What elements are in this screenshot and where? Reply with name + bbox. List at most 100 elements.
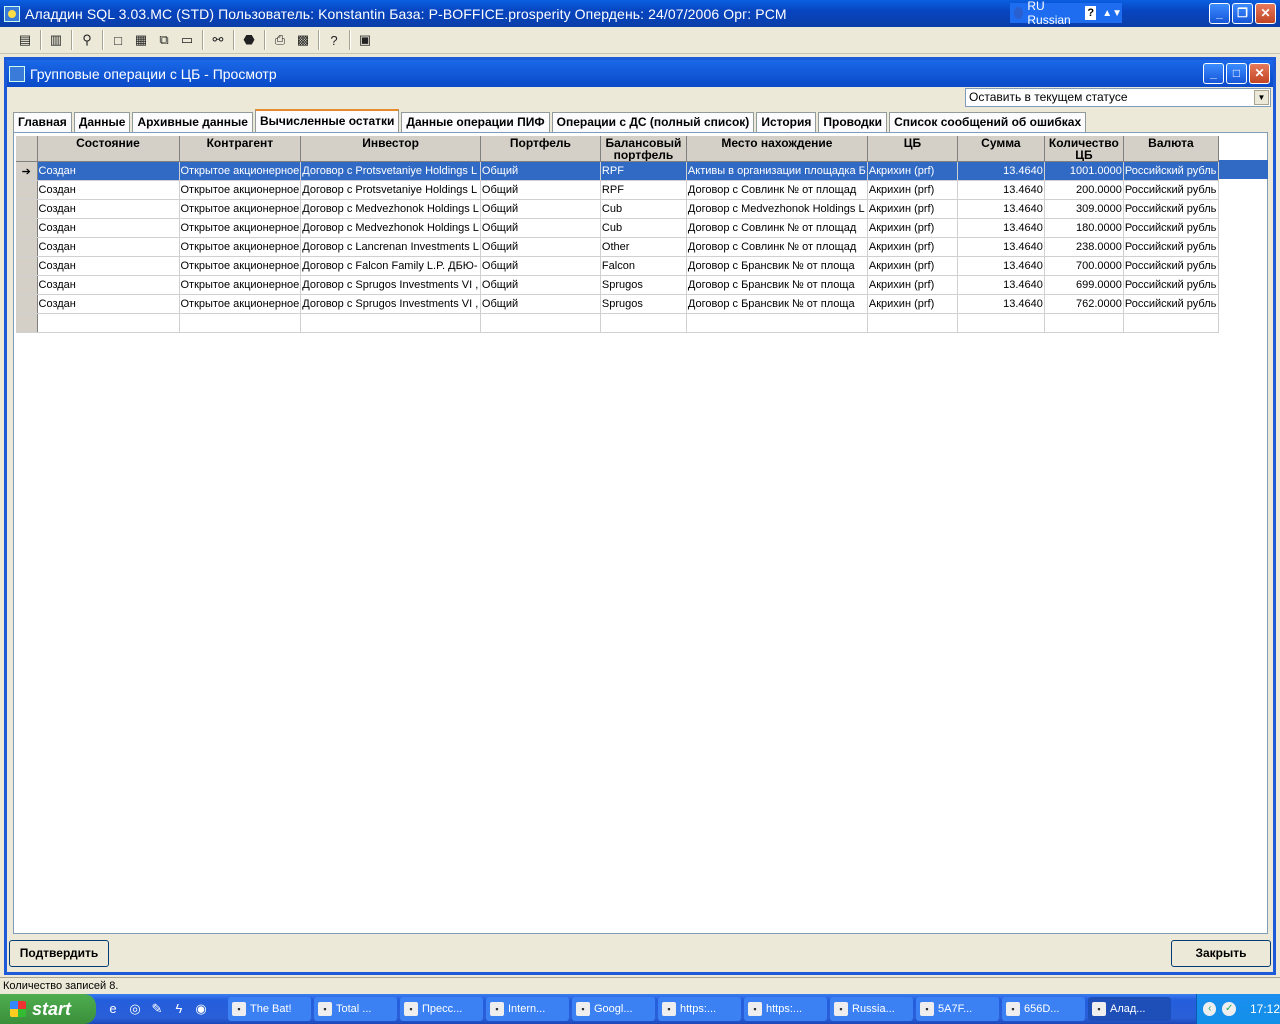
current-row-arrow-icon[interactable]: ➔ [16, 161, 38, 181]
tab-history[interactable]: История [756, 112, 817, 132]
row-indicator[interactable] [16, 275, 38, 295]
row-indicator[interactable] [16, 199, 38, 219]
table-cell[interactable] [1123, 313, 1219, 333]
window-minimize-all-icon[interactable]: ▭ [176, 29, 198, 51]
table-cell[interactable]: Российский рубль [1123, 199, 1219, 219]
table-cell[interactable]: Договор с Medvezhonok Holdings L [686, 199, 868, 219]
column-header-quantity[interactable]: Количество ЦБ [1044, 136, 1124, 162]
quick-launch-browser-icon[interactable]: ◉ [192, 1000, 210, 1018]
taskbar-button[interactable]: ▪ Пресс... [400, 997, 483, 1021]
table-cell[interactable]: Договор с Medvezhonok Holdings L [300, 199, 481, 219]
table-cell[interactable]: 309.0000 [1044, 199, 1124, 219]
taskbar-button[interactable]: ▪ https:... [658, 997, 741, 1021]
table-cell[interactable]: 1001.0000 [1044, 161, 1124, 181]
table-cell[interactable]: Cub [600, 199, 687, 219]
table-cell[interactable]: 700.0000 [1044, 256, 1124, 276]
row-indicator[interactable] [16, 294, 38, 314]
table-cell[interactable]: 13.4640 [957, 237, 1045, 257]
column-header-counterparty[interactable]: Контрагент [179, 136, 302, 162]
tab-error-messages[interactable]: Список сообщений об ошибках [889, 112, 1087, 132]
status-select[interactable]: Оставить в текущем статусе ▼ [965, 88, 1271, 107]
child-close-button[interactable]: ✕ [1249, 63, 1270, 84]
table-cell[interactable]: Договор с Falcon Family L.P. ДБЮ- [300, 256, 481, 276]
table-cell[interactable]: Sprugos [600, 275, 687, 295]
tab-computed-balances[interactable]: Вычисленные остатки [254, 109, 400, 132]
tab-archive-data[interactable]: Архивные данные [132, 112, 253, 132]
table-cell[interactable]: Открытое акционерное [179, 294, 302, 314]
taskbar-button[interactable]: ▪ 5A7F... [916, 997, 999, 1021]
table-cell[interactable] [37, 313, 180, 333]
taskbar-button[interactable]: ▪ Intern... [486, 997, 569, 1021]
table-cell[interactable] [867, 313, 958, 333]
tray-security-icon[interactable]: ✓ [1222, 1002, 1236, 1016]
close-window-button[interactable]: Закрыть [1171, 940, 1271, 967]
column-header-security[interactable]: ЦБ [867, 136, 958, 162]
table-cell[interactable]: Договор с Совлинк № от площад [686, 218, 868, 238]
table-cell[interactable]: Акрихин (prf) [867, 199, 958, 219]
table-cell[interactable]: Создан [37, 161, 180, 181]
language-options-icon[interactable]: ▲▼ [1102, 8, 1122, 19]
column-header-portfolio[interactable]: Портфель [480, 136, 601, 162]
filter-icon[interactable]: ⚲ [76, 29, 98, 51]
help-icon[interactable]: ? [1085, 6, 1097, 20]
table-cell[interactable]: Общий [480, 256, 601, 276]
table-cell[interactable]: RPF [600, 161, 687, 181]
document-list-icon[interactable]: ▤ [14, 29, 36, 51]
tab-cash-operations[interactable]: Операции с ДС (полный список) [551, 112, 755, 132]
table-cell[interactable] [480, 313, 601, 333]
column-header-investor[interactable]: Инвестор [300, 136, 481, 162]
window-cascade-icon[interactable]: ⧉ [153, 29, 175, 51]
table-cell[interactable]: Акрихин (prf) [867, 294, 958, 314]
print-icon[interactable]: ⎙ [269, 29, 291, 51]
table-cell[interactable]: Создан [37, 180, 180, 200]
table-cell[interactable]: Договор с Lancrenan Investments L [300, 237, 481, 257]
table-cell[interactable]: Договор с Medvezhonok Holdings L [300, 218, 481, 238]
table-cell[interactable]: Акрихин (prf) [867, 161, 958, 181]
table-cell[interactable] [1044, 313, 1124, 333]
row-indicator[interactable] [16, 180, 38, 200]
taskbar-button[interactable]: ▪ 656D... [1002, 997, 1085, 1021]
table-cell[interactable]: Активы в организации площадка Б [686, 161, 868, 181]
table-cell[interactable]: Открытое акционерное [179, 275, 302, 295]
table-cell[interactable]: 13.4640 [957, 294, 1045, 314]
tray-chevron-icon[interactable]: ‹ [1203, 1002, 1217, 1016]
tab-data[interactable]: Данные [73, 112, 131, 132]
child-minimize-button[interactable]: _ [1203, 63, 1224, 84]
table-row[interactable]: Создан Открытое акционерное Договор с Lanc… [16, 237, 1219, 257]
table-cell[interactable]: 13.4640 [957, 256, 1045, 276]
table-cell[interactable]: Общий [480, 237, 601, 257]
column-header-location[interactable]: Место нахождение [686, 136, 868, 162]
table-cell[interactable]: Российский рубль [1123, 161, 1219, 181]
table-cell[interactable]: Открытое акционерное [179, 237, 302, 257]
taskbar-button[interactable]: ▪ Total ... [314, 997, 397, 1021]
table-cell[interactable]: Общий [480, 161, 601, 181]
chevron-down-icon[interactable]: ▼ [1254, 90, 1269, 105]
table-cell[interactable]: Российский рубль [1123, 256, 1219, 276]
row-indicator[interactable] [16, 218, 38, 238]
table-cell[interactable]: Открытое акционерное [179, 161, 302, 181]
row-indicator[interactable] [16, 237, 38, 257]
table-cell[interactable]: 762.0000 [1044, 294, 1124, 314]
table-cell[interactable] [957, 313, 1045, 333]
table-cell[interactable]: Создан [37, 218, 180, 238]
table-cell[interactable]: Договор с Брансвик № от площа [686, 294, 868, 314]
table-cell[interactable] [300, 313, 481, 333]
table-cell[interactable]: RPF [600, 180, 687, 200]
table-row-empty[interactable] [16, 313, 1219, 333]
table-cell[interactable]: 13.4640 [957, 161, 1045, 181]
taskbar-button[interactable]: ▪ Googl... [572, 997, 655, 1021]
stop-icon[interactable]: ⬣ [238, 29, 260, 51]
internet-explorer-icon[interactable]: e [104, 1000, 122, 1018]
tab-postings[interactable]: Проводки [818, 112, 888, 132]
table-cell[interactable]: Акрихин (prf) [867, 218, 958, 238]
table-cell[interactable]: 13.4640 [957, 199, 1045, 219]
table-cell[interactable]: Создан [37, 237, 180, 257]
database-icon[interactable]: ▥ [45, 29, 67, 51]
table-cell[interactable]: Открытое акционерное [179, 199, 302, 219]
table-cell[interactable]: Общий [480, 294, 601, 314]
help-question-icon[interactable]: ? [323, 29, 345, 51]
window-single-icon[interactable]: □ [107, 29, 129, 51]
table-cell[interactable]: Российский рубль [1123, 218, 1219, 238]
table-cell[interactable]: 13.4640 [957, 180, 1045, 200]
table-cell[interactable] [179, 313, 302, 333]
